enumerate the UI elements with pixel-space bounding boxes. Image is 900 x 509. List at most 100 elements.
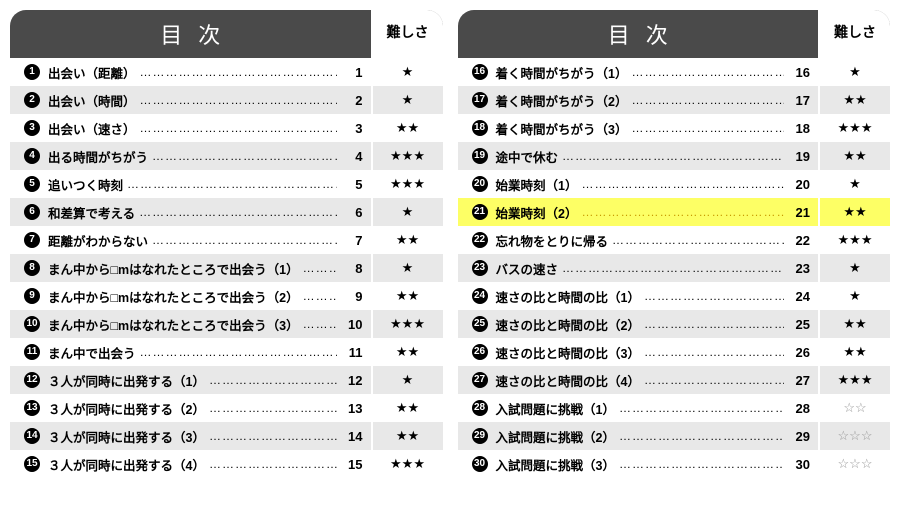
row-difficulty: ☆☆☆ (818, 422, 890, 450)
row-difficulty: ★★ (818, 310, 890, 338)
row-number-badge: 29 (472, 428, 488, 444)
row-title: 忘れ物をとりに帰る (496, 231, 613, 250)
row-number-badge: 13 (24, 400, 40, 416)
toc-row[interactable]: 24速さの比と時間の比（1）24★ (458, 282, 891, 310)
row-difficulty: ★★★ (371, 310, 443, 338)
row-title: 速さの比と時間の比（3） (496, 343, 644, 362)
row-difficulty: ★★★ (371, 142, 443, 170)
leader-dots (139, 205, 336, 219)
row-difficulty: ★★ (818, 338, 890, 366)
row-number-badge: 5 (24, 176, 40, 192)
row-page: 8 (337, 261, 371, 276)
row-page: 28 (784, 401, 818, 416)
row-title: バスの速さ (496, 259, 563, 278)
toc-row[interactable]: 28入試問題に挑戦（1）28☆☆ (458, 394, 891, 422)
leader-dots (619, 457, 784, 471)
toc-row[interactable]: 27速さの比と時間の比（4）27★★★ (458, 366, 891, 394)
row-difficulty: ★★ (818, 198, 890, 226)
leader-dots (562, 261, 784, 275)
row-title: 着く時間がちがう（2） (496, 91, 632, 110)
row-title: まん中から□mはなれたところで出会う（2） (48, 287, 303, 306)
row-title: ３人が同時に出発する（1） (48, 371, 209, 390)
leader-dots (644, 373, 784, 387)
toc-row[interactable]: 21始業時刻（2）21★★ (458, 198, 891, 226)
row-page: 13 (337, 401, 371, 416)
row-title: 途中で休む (496, 147, 563, 166)
row-page: 20 (784, 177, 818, 192)
row-number-badge: 23 (472, 260, 488, 276)
toc-row[interactable]: 4出る時間がちがう4★★★ (10, 142, 443, 170)
row-title: まん中から□mはなれたところで出会う（1） (48, 259, 303, 278)
toc-row[interactable]: 26速さの比と時間の比（3）26★★ (458, 338, 891, 366)
toc-row[interactable]: 1出会い（距離）1★ (10, 58, 443, 86)
row-title: 入試問題に挑戦（2） (496, 427, 619, 446)
row-number-badge: 17 (472, 92, 488, 108)
row-title: 着く時間がちがう（3） (496, 119, 632, 138)
toc-row[interactable]: 15３人が同時に出発する（4）15★★★ (10, 450, 443, 478)
row-difficulty: ★★ (371, 422, 443, 450)
toc-row[interactable]: 16着く時間がちがう（1）16★ (458, 58, 891, 86)
row-difficulty: ★ (371, 254, 443, 282)
row-number-badge: 12 (24, 372, 40, 388)
leader-dots (644, 289, 784, 303)
row-difficulty: ★ (371, 58, 443, 86)
toc-row[interactable]: 14３人が同時に出発する（3）14★★ (10, 422, 443, 450)
toc-row[interactable]: 12３人が同時に出発する（1）12★ (10, 366, 443, 394)
panel-header: 目次難しさ (458, 10, 891, 58)
row-title: 速さの比と時間の比（1） (496, 287, 644, 306)
row-page: 25 (784, 317, 818, 332)
toc-row[interactable]: 7距離がわからない7★★ (10, 226, 443, 254)
leader-dots (644, 317, 784, 331)
leader-dots (152, 233, 336, 247)
row-number-badge: 4 (24, 148, 40, 164)
row-page: 18 (784, 121, 818, 136)
toc-row[interactable]: 19途中で休む19★★ (458, 142, 891, 170)
toc-row[interactable]: 11まん中で出会う11★★ (10, 338, 443, 366)
toc-row[interactable]: 22忘れ物をとりに帰る22★★★ (458, 226, 891, 254)
row-difficulty: ★★ (371, 394, 443, 422)
row-page: 1 (337, 65, 371, 80)
toc-row[interactable]: 20始業時刻（1）20★ (458, 170, 891, 198)
toc-row[interactable]: 3出会い（速さ）3★★ (10, 114, 443, 142)
row-difficulty: ★ (818, 58, 890, 86)
row-page: 6 (337, 205, 371, 220)
row-page: 14 (337, 429, 371, 444)
toc-row[interactable]: 17着く時間がちがう（2）17★★ (458, 86, 891, 114)
row-difficulty: ★★ (371, 114, 443, 142)
toc-row[interactable]: 29入試問題に挑戦（2）29☆☆☆ (458, 422, 891, 450)
row-title: 入試問題に挑戦（1） (496, 399, 619, 418)
toc-row[interactable]: 9まん中から□mはなれたところで出会う（2）9★★ (10, 282, 443, 310)
toc-row[interactable]: 5追いつく時刻5★★★ (10, 170, 443, 198)
rows: 1出会い（距離）1★2出会い（時間）2★3出会い（速さ）3★★ 4 出る時間がちがう… (10, 58, 443, 478)
leader-dots (152, 149, 336, 163)
leader-dots (644, 345, 784, 359)
row-difficulty: ★ (818, 170, 890, 198)
row-page: 15 (337, 457, 371, 472)
toc-row[interactable]: 8まん中から□mはなれたところで出会う（1）8★ (10, 254, 443, 282)
toc-row[interactable]: 18着く時間がちがう（3）18★★★ (458, 114, 891, 142)
row-difficulty: ★ (818, 282, 890, 310)
row-title: 着く時間がちがう（1） (496, 63, 632, 82)
row-difficulty: ★ (818, 254, 890, 282)
leader-dots (303, 289, 337, 303)
toc-row[interactable]: 30入試問題に挑戦（3）30☆☆☆ (458, 450, 891, 478)
row-title: 出る時間がちがう (48, 147, 152, 166)
leader-dots (619, 401, 784, 415)
row-title: 始業時刻（1） (496, 175, 582, 194)
row-page: 27 (784, 373, 818, 388)
leader-dots (140, 65, 337, 79)
toc-row[interactable]: 6和差算で考える6★ (10, 198, 443, 226)
row-page: 10 (337, 317, 371, 332)
row-page: 7 (337, 233, 371, 248)
row-page: 29 (784, 429, 818, 444)
row-page: 21 (784, 205, 818, 220)
toc-row[interactable]: 25速さの比と時間の比（2）25★★ (458, 310, 891, 338)
toc-row[interactable]: 23バスの速さ23★ (458, 254, 891, 282)
toc-row[interactable]: 13３人が同時に出発する（2）13★★ (10, 394, 443, 422)
toc-row[interactable]: 2出会い（時間）2★ (10, 86, 443, 114)
toc-row[interactable]: 10まん中から□mはなれたところで出会う（3）10★★★ (10, 310, 443, 338)
row-title: 出会い（速さ） (48, 119, 140, 138)
leader-dots (140, 121, 337, 135)
leader-dots (631, 93, 784, 107)
leader-dots (140, 93, 337, 107)
